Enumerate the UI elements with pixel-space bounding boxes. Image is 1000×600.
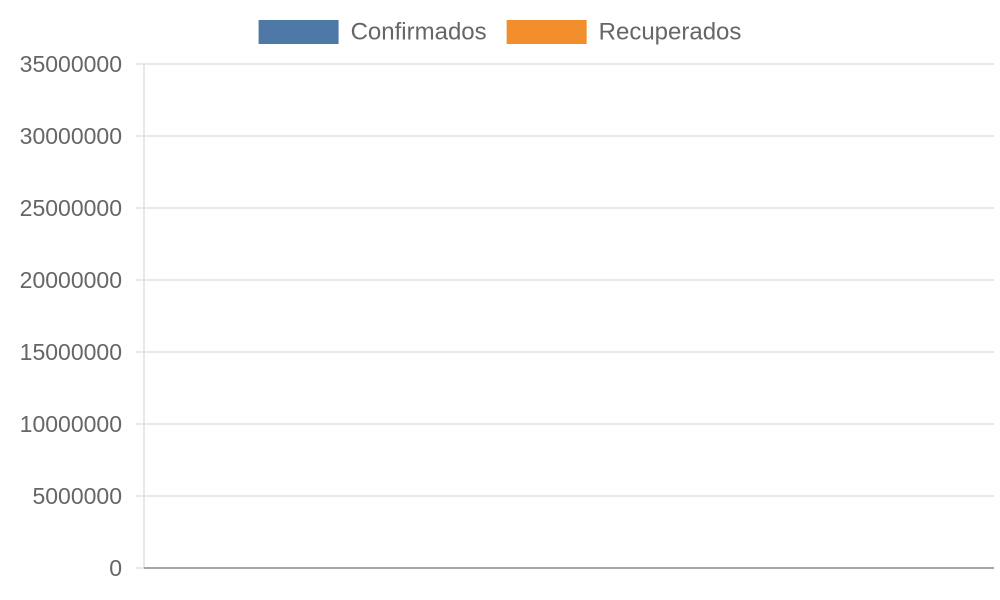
y-tick-label: 5000000 [32, 483, 122, 509]
legend-label: Confirmados [351, 19, 487, 46]
legend-swatch [506, 20, 587, 44]
y-tick-label: 35000000 [20, 51, 122, 77]
y-tick-label: 20000000 [20, 267, 122, 293]
y-tick-label: 25000000 [20, 195, 122, 221]
y-tick-label: 10000000 [20, 411, 122, 437]
y-tick-label: 15000000 [20, 339, 122, 365]
y-tick-label: 0 [109, 555, 122, 581]
legend-swatch [258, 20, 339, 44]
chart-legend: Confirmados Recuperados [258, 19, 742, 46]
y-tick-label: 30000000 [20, 123, 122, 149]
legend-label: Recuperados [599, 19, 742, 46]
bar-chart: Confirmados Recuperados 35000000 30000000 2… [20, 19, 994, 581]
y-axis: 35000000 30000000 25000000 20000000 15000000… [20, 51, 145, 581]
legend-item-recuperados[interactable]: Recuperados [506, 19, 742, 46]
y-gridlines [136, 63, 994, 497]
legend-item-confirmados[interactable]: Confirmados [258, 19, 487, 46]
